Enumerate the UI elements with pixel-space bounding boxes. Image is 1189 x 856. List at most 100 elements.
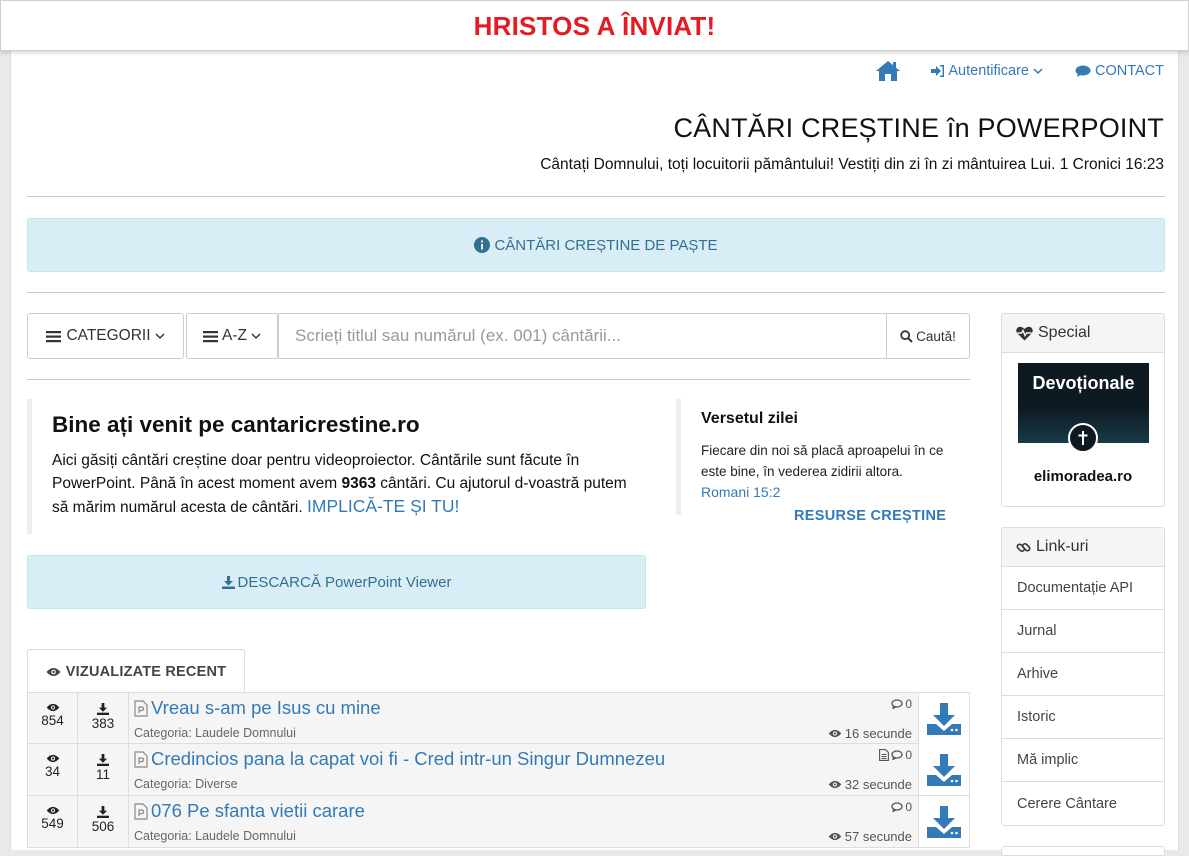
song-count: 9363	[341, 475, 376, 492]
comment-count-value: 0	[905, 800, 912, 814]
chevron-down-icon	[251, 333, 261, 340]
song-title: Credincios pana la capat voi fi - Cred i…	[151, 748, 666, 769]
powerpoint-file-icon	[134, 750, 148, 768]
search-button-label: Caută!	[916, 328, 956, 344]
site-subtitle: Cântați Domnului, toți locuitorii pământ…	[540, 156, 1164, 173]
contact-link[interactable]: CONTACT	[1075, 63, 1164, 79]
banner-text: HRISTOS A ÎNVIAT!	[473, 11, 716, 41]
comment-icon	[1075, 65, 1091, 77]
christian-resources-link[interactable]: RESURSE CREȘTINE	[794, 508, 946, 524]
verse-reference[interactable]: Romani 15:2	[701, 482, 971, 503]
song-category: Categoria: Diverse	[134, 777, 238, 791]
devotionals-title: Devoționale	[1032, 373, 1135, 393]
page-container: Autentificare CONTACT CÂNTĂRI CREȘTINE î…	[10, 51, 1179, 856]
download-song-button[interactable]	[918, 744, 969, 795]
verse-text: Fiecare din noi să placă aproapelui în c…	[701, 443, 944, 479]
welcome-text: Aici găsiți cântări creștine doar pentru…	[52, 449, 647, 519]
song-category: Categoria: Laudele Domnului	[134, 726, 296, 740]
search-button[interactable]: Caută!	[886, 313, 970, 359]
download-icon	[927, 753, 961, 786]
song-title: 076 Pe sfanta vietii carare	[151, 800, 365, 821]
comment-count: 0	[879, 748, 912, 762]
link-item-song-request[interactable]: Cerere Cântare	[1002, 782, 1164, 825]
download-viewer-label: DESCARCĂ PowerPoint Viewer	[237, 573, 452, 591]
link-item-get-involved[interactable]: Mă implic	[1002, 739, 1164, 782]
site-title: CÂNTĂRI CREȘTINE în POWERPOINT	[673, 113, 1164, 143]
bars-icon	[203, 330, 219, 342]
view-time-value: 16 secunde	[844, 726, 912, 741]
verse-heading: Versetul zilei	[701, 410, 798, 427]
welcome-title: Bine ați venit pe cantaricrestine.ro	[52, 412, 420, 437]
link-item-archives[interactable]: Arhive	[1002, 653, 1164, 696]
download-icon	[221, 575, 235, 589]
view-time: 57 secunde	[828, 829, 912, 844]
login-link[interactable]: Autentificare	[931, 63, 1043, 79]
eye-icon	[46, 703, 59, 712]
bars-icon	[46, 330, 62, 342]
comment-count: 0	[891, 697, 912, 711]
welcome-box: Bine ați venit pe cantaricrestine.ro Aic…	[27, 399, 647, 534]
login-label: Autentificare	[948, 63, 1029, 79]
eye-icon	[828, 780, 842, 789]
get-involved-link[interactable]: IMPLICĂ-TE ȘI TU!	[307, 496, 459, 516]
song-title-link[interactable]: Vreau s-am pe Isus cu mine	[134, 697, 381, 719]
link-item-history[interactable]: Istoric	[1002, 696, 1164, 739]
list-item: 854 383 Vreau s-am pe Isus cu mine Categ…	[27, 692, 970, 744]
eye-icon	[828, 729, 842, 738]
eye-icon	[46, 806, 59, 815]
download-song-button[interactable]	[918, 796, 969, 847]
comments-icon	[891, 802, 903, 812]
download-icon	[97, 806, 109, 818]
comment-count-value: 0	[905, 748, 912, 762]
download-icon	[97, 703, 109, 715]
view-count: 854	[28, 693, 78, 744]
view-count: 549	[28, 796, 78, 847]
devotionals-banner[interactable]: Devoționale	[1018, 363, 1149, 453]
sign-in-icon	[931, 65, 945, 77]
contact-label: CONTACT	[1094, 63, 1164, 79]
links-panel: Link-uri Documentație API Jurnal Arhive …	[1001, 527, 1165, 826]
song-title-link[interactable]: 076 Pe sfanta vietii carare	[134, 800, 365, 822]
powerpoint-file-icon	[134, 802, 148, 820]
view-time: 32 secunde	[828, 777, 912, 792]
easter-songs-label: CÂNTĂRI CREȘTINE DE PAȘTE	[494, 236, 718, 254]
song-category: Categoria: Laudele Domnului	[134, 829, 296, 843]
comments-icon	[891, 699, 903, 709]
divider	[27, 196, 1165, 197]
download-count-value: 383	[91, 716, 115, 731]
view-time-value: 57 secunde	[844, 829, 912, 844]
recent-list: 854 383 Vreau s-am pe Isus cu mine Categ…	[27, 692, 970, 848]
eye-icon	[46, 754, 59, 763]
list-item: 549 506 076 Pe sfanta vietii carare Cate…	[27, 796, 970, 848]
view-count: 34	[28, 744, 78, 795]
home-icon[interactable]	[875, 60, 901, 82]
divider	[27, 379, 970, 380]
easter-songs-alert[interactable]: CÂNTĂRI CREȘTINE DE PAȘTE	[27, 218, 1165, 272]
view-count-value: 854	[41, 713, 64, 728]
categories-dropdown[interactable]: CATEGORII	[27, 313, 184, 359]
tab-recently-viewed[interactable]: VIZUALIZATE RECENT	[27, 649, 245, 693]
categories-label: CATEGORII	[66, 327, 151, 344]
search-input[interactable]: Scrieți titlul sau numărul (ex. 001) cân…	[278, 313, 886, 359]
comment-count: 0	[891, 800, 912, 814]
download-count: 11	[78, 744, 129, 795]
download-song-button[interactable]	[918, 693, 969, 744]
top-nav: Autentificare CONTACT	[875, 60, 1164, 82]
eye-icon	[46, 667, 61, 676]
az-label: A-Z	[222, 327, 247, 344]
az-dropdown[interactable]: A-Z	[186, 313, 278, 359]
info-circle-icon	[474, 237, 491, 253]
download-viewer-button[interactable]: DESCARCĂ PowerPoint Viewer	[27, 555, 646, 609]
download-count-value: 11	[95, 767, 110, 782]
song-title-link[interactable]: Credincios pana la capat voi fi - Cred i…	[134, 748, 665, 770]
special-panel: Special Devoționale elimoradea.ro	[1001, 313, 1165, 507]
comment-count-value: 0	[905, 697, 912, 711]
view-time: 16 secunde	[828, 726, 912, 741]
link-item-journal[interactable]: Jurnal	[1002, 610, 1164, 653]
download-count: 383	[78, 693, 129, 744]
download-count-value: 506	[91, 819, 115, 834]
links-list: Documentație API Jurnal Arhive Istoric M…	[1002, 567, 1164, 825]
devotionals-site[interactable]: elimoradea.ro	[1002, 468, 1164, 485]
link-item-api-docs[interactable]: Documentație API	[1002, 567, 1164, 610]
links-panel-title: Link-uri	[1036, 538, 1089, 555]
